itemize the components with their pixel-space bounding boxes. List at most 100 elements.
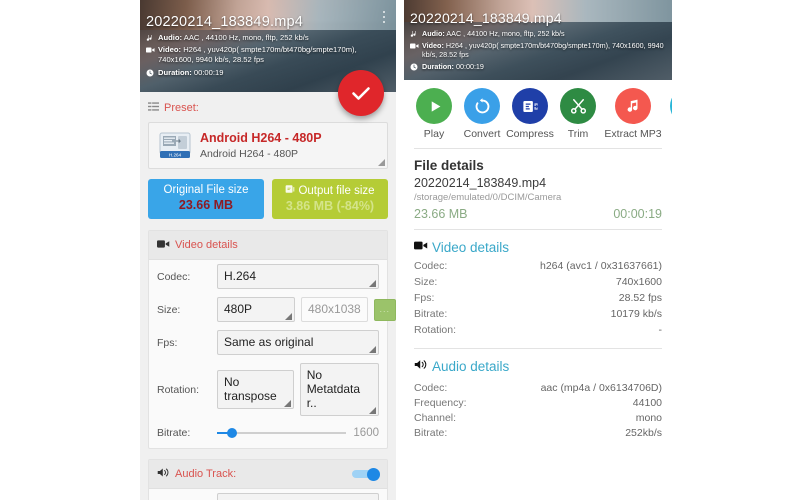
header-video-line: Video: H264 , yuv420p( smpte170m/bt470bg… <box>410 41 666 60</box>
rotation-metadata-select[interactable]: No Metatdata r.. <box>299 363 379 416</box>
header-video-line: Video: H264 , yuv420p( smpte170m/bt470bg… <box>146 45 390 65</box>
detail-row: Rotation: - <box>414 324 662 336</box>
action-extract-mp3-label: Extract MP3 <box>604 128 662 140</box>
slider-thumb[interactable] <box>227 428 238 438</box>
toggle-knob <box>367 468 380 481</box>
video-label: Video: <box>158 45 182 55</box>
size-resolution-value: 480x1038 <box>308 302 361 316</box>
action-compress[interactable]: Compress <box>506 88 554 140</box>
size-preset-select[interactable]: 480P <box>217 297 295 322</box>
list-icon <box>148 99 159 117</box>
preset-label: Preset: <box>164 102 199 114</box>
detail-row: Codec: aac (mp4a / 0x6134706D) <box>414 382 662 394</box>
detail-value: 252kb/s <box>625 427 662 439</box>
field-row-audio-codec: Codec: AAC <box>149 489 387 500</box>
file-size-row: Original File size 23.66 MB Output file … <box>140 169 396 227</box>
video-details-title: Video details <box>175 239 238 251</box>
audio-value: AAC , 44100 Hz, mono, fltp, 252 kb/s <box>183 32 309 42</box>
fps-value: Same as original <box>224 335 314 349</box>
preset-selector-card[interactable]: H.264 Android H264 - 480P Android H264 -… <box>148 122 388 169</box>
audio-track-section: Audio Track: Codec: AAC Frequenc Same as… <box>148 459 388 500</box>
size-preset-value: 480P <box>224 302 253 316</box>
file-details-block: File details 20220214_183849.mp4 /storag… <box>404 149 672 225</box>
fps-select[interactable]: Same as original <box>217 330 379 355</box>
android-h264-preset-icon: H.264 <box>158 132 192 160</box>
audio-codec-select[interactable]: AAC <box>217 493 379 500</box>
rotation-transpose-value: No transpose <box>224 375 277 403</box>
audio-track-header: Audio Track: <box>149 460 387 489</box>
speaker-icon <box>414 357 428 375</box>
right-video-header: 20220214_183849.mp4 Audio: AAC , 44100 H… <box>404 0 672 80</box>
file-details-heading: File details <box>414 158 484 173</box>
file-details-filename: 20220214_183849.mp4 <box>414 176 547 190</box>
detail-key: Codec: <box>414 382 448 394</box>
field-row-bitrate: Bitrate: 1600 <box>149 420 387 448</box>
field-row-size: Size: 480P 480x1038 ... <box>149 293 396 326</box>
header-filename: 20220214_183849.mp4 <box>146 14 303 30</box>
field-row-codec: Codec: H.264 <box>149 260 387 293</box>
chevron-down-icon <box>369 280 376 287</box>
codec-value: H.264 <box>224 269 257 283</box>
video-camera-icon <box>414 238 428 256</box>
audio-track-toggle[interactable] <box>352 468 380 481</box>
right-video-details-heading: Video details <box>432 239 510 255</box>
output-size-value: 3.86 MB (-84%) <box>285 199 375 213</box>
size-more-button[interactable]: ... <box>373 298 396 321</box>
duration-value: 00:00:19 <box>455 62 484 71</box>
audio-label: Audio: <box>158 32 183 42</box>
detail-value: - <box>658 324 663 336</box>
original-size-label: Original File size <box>163 184 249 196</box>
detail-row: Size: 740x1600 <box>414 276 662 288</box>
chevron-down-icon <box>369 407 376 414</box>
action-play[interactable]: Play <box>410 88 458 140</box>
action-extract-video[interactable]: Extra <box>664 88 672 140</box>
bitrate-label: Bitrate: <box>157 427 191 439</box>
detail-key: Size: <box>414 276 438 288</box>
chevron-down-icon <box>285 313 292 320</box>
size-label: Size: <box>157 303 181 316</box>
header-audio-line: Audio: AAC , 44100 Hz, mono, fltp, 252 k… <box>410 29 666 39</box>
music-note-icon <box>615 88 651 124</box>
detail-row: Bitrate: 10179 kb/s <box>414 308 662 320</box>
rotation-metadata-value: No Metatdata r.. <box>306 368 361 410</box>
dropdown-corner-icon <box>378 159 385 166</box>
video-camera-icon <box>157 236 170 254</box>
bitrate-value: 1600 <box>353 427 379 439</box>
rotation-transpose-select[interactable]: No transpose <box>217 370 294 409</box>
detail-value: aac (mp4a / 0x6134706D) <box>540 382 662 394</box>
file-details-path: /storage/emulated/0/DCIM/Camera <box>414 192 562 203</box>
speaker-icon <box>157 465 170 483</box>
scissors-icon <box>560 88 596 124</box>
size-resolution-field[interactable]: 480x1038 <box>301 297 368 322</box>
header-audio-line: Audio: AAC , 44100 Hz, mono, fltp, 252 k… <box>146 33 390 43</box>
codec-select[interactable]: H.264 <box>217 264 379 289</box>
left-panel-converter-settings: 20220214_183849.mp4 Audio: AAC , 44100 H… <box>140 0 396 500</box>
action-extract-mp3[interactable]: Extract MP3 <box>602 88 664 140</box>
detail-key: Frequency: <box>414 397 467 409</box>
original-size-value: 23.66 MB <box>178 198 234 212</box>
detail-value: 740x1600 <box>615 276 662 288</box>
header-filename: 20220214_183849.mp4 <box>410 10 562 26</box>
compress-icon <box>285 184 295 197</box>
action-button-row: Play Convert Compress Trim Extract MP3 <box>404 80 672 144</box>
detail-value: 10179 kb/s <box>610 308 662 320</box>
duration-value: 00:00:19 <box>193 67 224 77</box>
file-details-size: 23.66 MB <box>414 207 468 221</box>
action-convert[interactable]: Convert <box>458 88 506 140</box>
audio-track-title: Audio Track: <box>175 468 237 480</box>
detail-key: Fps: <box>414 292 435 304</box>
action-trim[interactable]: Trim <box>554 88 602 140</box>
chevron-down-icon <box>369 346 376 353</box>
confirm-check-fab[interactable] <box>338 70 384 116</box>
duration-label: Duration: <box>422 62 454 71</box>
detail-value: h264 (avc1 / 0x31637661) <box>539 260 662 272</box>
detail-key: Rotation: <box>414 324 457 336</box>
screenshot-root: 20220214_183849.mp4 Audio: AAC , 44100 H… <box>0 0 800 500</box>
detail-row: Fps: 28.52 fps <box>414 292 662 304</box>
action-trim-label: Trim <box>567 128 589 140</box>
bitrate-slider[interactable] <box>217 427 347 439</box>
action-compress-label: Compress <box>506 128 554 140</box>
detail-value: 28.52 fps <box>618 292 662 304</box>
play-icon <box>416 88 452 124</box>
detail-key: Bitrate: <box>414 427 448 439</box>
